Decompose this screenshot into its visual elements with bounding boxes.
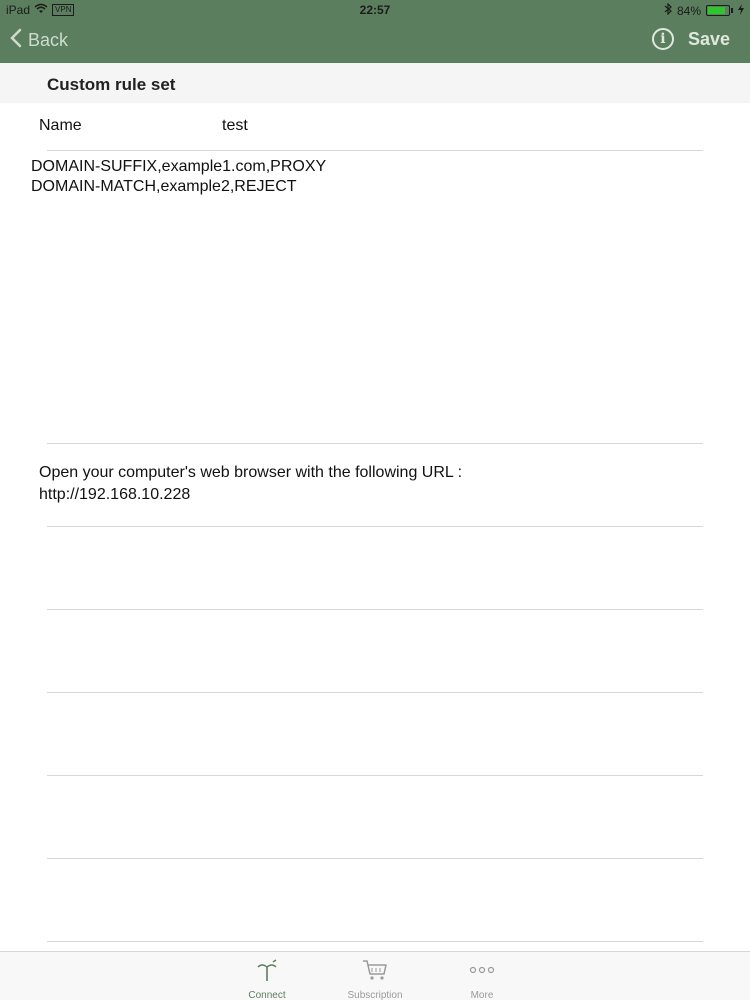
status-bar: iPad VPN 22:57 84% [0, 0, 750, 20]
charging-icon [738, 3, 744, 18]
status-right: 84% [664, 2, 744, 18]
section-header: Custom rule set [0, 63, 750, 103]
battery-icon [706, 5, 730, 16]
antenna-icon [227, 958, 307, 982]
nav-actions: i Save [651, 28, 730, 50]
back-label: Back [28, 30, 69, 50]
more-dots-icon [442, 958, 522, 982]
back-button[interactable]: Back [10, 28, 68, 53]
url-instructions: Open your computer's web browser with th… [39, 464, 463, 481]
info-icon[interactable]: i [651, 28, 674, 50]
tab-more[interactable]: More [442, 958, 522, 1000]
top-bar: iPad VPN 22:57 84% Back i Save [0, 0, 750, 63]
divider [47, 609, 703, 610]
battery-tip [731, 8, 733, 13]
tab-connect[interactable]: Connect [227, 958, 307, 1000]
divider [47, 526, 703, 527]
tab-label: Subscription [347, 990, 403, 1000]
name-row: Name [0, 103, 750, 150]
divider [47, 443, 703, 444]
tab-subscription[interactable]: Subscription [335, 958, 415, 1000]
tab-label: More [470, 990, 494, 1000]
battery-percent: 84% [676, 3, 701, 18]
name-label: Name [39, 117, 82, 134]
chevron-left-icon [10, 28, 22, 53]
divider [47, 775, 703, 776]
battery-fill [708, 7, 725, 14]
nav-bar: Back i Save [0, 22, 750, 62]
divider [47, 941, 703, 942]
cart-icon [335, 958, 415, 982]
url-info: Open your computer's web browser with th… [39, 462, 462, 506]
name-input[interactable] [222, 113, 702, 139]
rules-textarea[interactable]: DOMAIN-SUFFIX,example1.com,PROXY DOMAIN-… [31, 157, 703, 437]
divider [47, 150, 703, 151]
status-time: 22:57 [359, 3, 391, 17]
section-title: Custom rule set [47, 75, 176, 94]
save-button[interactable]: Save [688, 29, 730, 50]
tab-bar: Connect Subscription More [0, 951, 750, 1000]
tab-label: Connect [248, 990, 286, 1000]
divider [47, 692, 703, 693]
divider [47, 858, 703, 859]
bluetooth-icon [664, 2, 672, 18]
url-address: http://192.168.10.228 [39, 486, 191, 503]
